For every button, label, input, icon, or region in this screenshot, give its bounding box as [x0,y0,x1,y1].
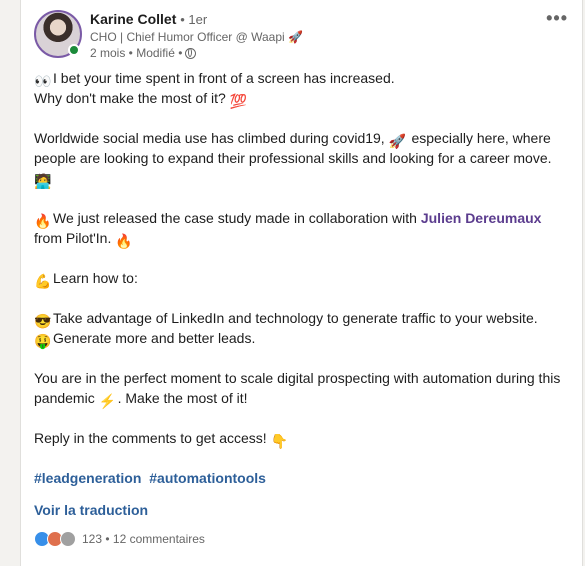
body-line: 🔥 We just released the case study made in… [34,210,542,249]
eyes-emoji-icon: 👀 [34,73,52,89]
fire-emoji-icon: 🔥 [115,233,133,249]
body-line: Worldwide social media use has climbed d… [34,130,552,189]
rocket-emoji-icon: 🚀 [388,133,407,149]
post-meta: 2 mois • Modifié • [90,45,303,61]
body-line: 💪 Learn how to: [34,270,138,289]
insightful-reaction-icon [60,531,76,547]
post-time: 2 mois • Modifié • [90,46,183,60]
pointing-down-emoji-icon: 👇 [270,433,288,449]
hashtag-list: #leadgeneration #automationtools [34,470,270,486]
online-status-icon [68,44,80,56]
body-line: Why don't make the most of it? 💯 [34,90,248,109]
connection-degree: • 1er [180,12,208,27]
post-card: Karine Collet • 1er CHO | Chief Humor Of… [20,0,583,566]
fire-emoji-icon: 🔥 [34,213,52,229]
post-body: 👀 I bet your time spent in front of a scr… [34,68,564,449]
author-name-row: Karine Collet • 1er [90,10,303,29]
author-headline: CHO | Chief Humor Officer @ Waapi 🚀 [90,30,303,44]
body-line: 🤑 Generate more and better leads. [34,330,256,349]
author-avatar[interactable] [34,10,82,58]
see-translation-link[interactable]: Voir la traduction [34,502,148,518]
more-options-button[interactable]: ••• [546,8,568,29]
globe-icon [185,47,197,59]
body-line: 😎 Take advantage of LinkedIn and technolo… [34,310,538,329]
muscle-emoji-icon: 💪 [34,273,52,289]
body-line: Reply in the comments to get access! 👇 [34,430,288,449]
money-face-emoji-icon: 🤑 [34,333,52,349]
social-counts[interactable]: 123 • 12 commentaires [34,531,205,547]
hundred-emoji-icon: 💯 [229,93,248,109]
hashtag-link[interactable]: #automationtools [149,470,266,486]
sunglasses-emoji-icon: 😎 [34,313,52,329]
body-line: 👀 I bet your time spent in front of a scr… [34,70,395,89]
hashtag-link[interactable]: #leadgeneration [34,470,141,486]
post-header: Karine Collet • 1er CHO | Chief Humor Of… [90,10,303,61]
mention-link[interactable]: Julien Dereumaux [421,210,542,226]
reaction-comment-count: 123 • 12 commentaires [82,532,205,546]
body-line: You are in the perfect moment to scale d… [34,370,561,409]
lightning-emoji-icon: ⚡ [98,393,117,409]
person-emoji-icon: 🧑‍💻 [34,173,52,189]
author-name[interactable]: Karine Collet [90,11,176,27]
